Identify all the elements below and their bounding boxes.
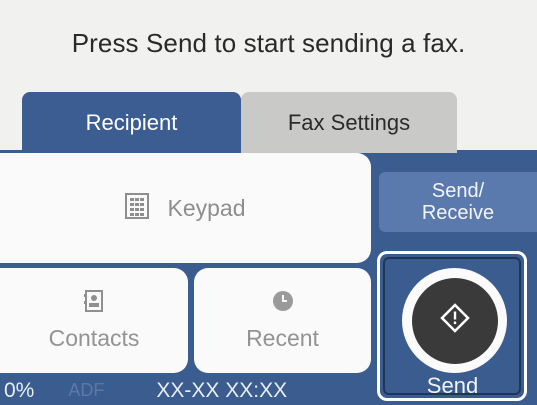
fax-screen: Press Send to start sending a fax. Recip… (0, 0, 537, 405)
recent-button[interactable]: Recent (194, 268, 371, 373)
diamond-start-icon (439, 303, 470, 338)
contacts-icon (84, 289, 104, 317)
tab-fax-settings[interactable]: Fax Settings (241, 92, 457, 153)
contacts-button[interactable]: Contacts (0, 268, 188, 373)
recent-label: Recent (246, 324, 319, 351)
date-time: XX-XX XX:XX (156, 378, 288, 402)
tab-fax-settings-label: Fax Settings (287, 109, 411, 135)
status-bar: 0% ADF XX-XX XX:XX (0, 376, 370, 405)
source-indicator: ADF (68, 380, 105, 400)
send-label: Send (426, 373, 479, 398)
progress-percent: 0% (4, 378, 35, 402)
keypad-button[interactable]: Keypad (0, 153, 371, 263)
instruction-text: Press Send to start sending a fax. (71, 28, 466, 58)
contacts-label: Contacts (48, 324, 140, 351)
keypad-label: Keypad (167, 194, 246, 221)
send-button[interactable] (402, 268, 507, 373)
tab-recipient[interactable]: Recipient (22, 92, 241, 153)
keypad-icon (125, 192, 150, 224)
tab-recipient-label: Recipient (85, 109, 178, 135)
clock-icon (272, 290, 294, 317)
send-receive-button[interactable]: Send/ Receive (379, 172, 537, 232)
